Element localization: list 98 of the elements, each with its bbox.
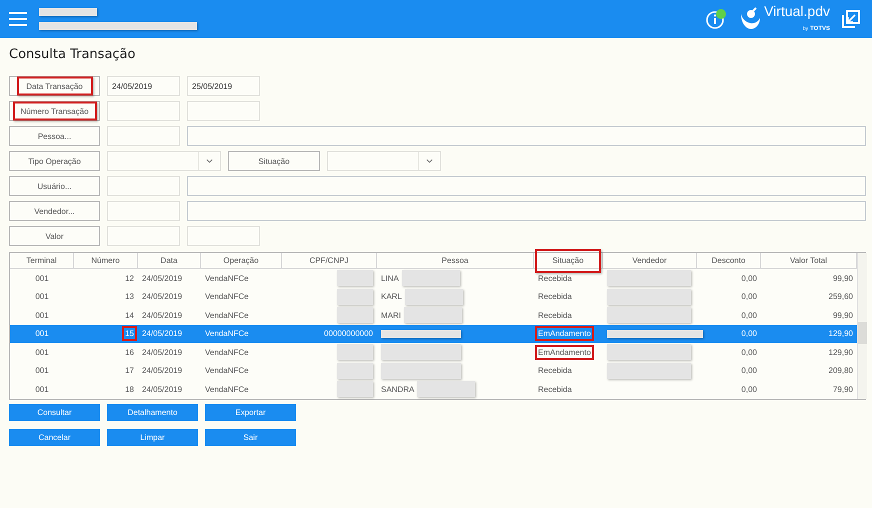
column-header[interactable]: Desconto (697, 253, 761, 269)
cell-text: 14 (125, 310, 134, 320)
cell-text: 0,00 (741, 292, 757, 302)
column-header[interactable]: Número (74, 253, 138, 269)
column-header[interactable]: Pessoa (377, 253, 534, 269)
cell-text: 13 (125, 292, 134, 302)
cell-text: VendaNFCe (205, 348, 249, 357)
cell-text: EmAndamento (538, 348, 591, 357)
table-row[interactable]: 001 14 24/05/2019 VendaNFCe MARI Recebida 0,00 99,90 (10, 306, 857, 324)
cell-text: SANDRA (381, 384, 414, 394)
cell-text: VendaNFCe (205, 310, 249, 320)
table-row[interactable]: 001 13 24/05/2019 VendaNFCe KARL Recebida 0,00 259,60 (10, 288, 857, 306)
cell-text: KARL (381, 292, 402, 302)
filter-label-button[interactable]: Vendedor... (9, 201, 100, 221)
page-title: Consulta Transação (8, 46, 136, 64)
input-field[interactable]: 25/05/2019 (187, 76, 260, 96)
input-field[interactable] (187, 176, 866, 196)
cell-text: 24/05/2019 (142, 384, 182, 394)
expand-icon[interactable] (842, 10, 860, 28)
cell-text: 18 (125, 384, 134, 394)
column-header[interactable]: Vendedor (603, 253, 697, 269)
cell-text: EmAndamento (538, 329, 591, 338)
cell-text: 0,00 (741, 310, 757, 320)
cell-text: MARI (381, 310, 401, 320)
cell-text: 001 (35, 366, 49, 376)
table-row[interactable]: 001 17 24/05/2019 VendaNFCe Recebida 0,00 209,80 (10, 362, 857, 380)
cell-text: 99,90 (832, 310, 853, 320)
cell-text: 24/05/2019 (142, 329, 182, 338)
column-header[interactable]: CPF/CNPJ (282, 253, 377, 269)
cell-text: 17 (125, 366, 134, 376)
cell-text: 0,00 (741, 366, 757, 376)
cell-text: 00000000000 (324, 329, 373, 338)
cell-text: Recebida (538, 366, 572, 376)
cell-text: VendaNFCe (205, 366, 249, 376)
cell-text: LINA (381, 274, 399, 283)
filter-label-button[interactable]: Valor (9, 226, 100, 246)
filter-label-button[interactable]: Tipo Operação (9, 151, 100, 171)
input-field[interactable] (187, 101, 260, 121)
column-header[interactable]: Operação (201, 253, 282, 269)
cell-text: 259,60 (828, 292, 853, 302)
filter-label-button[interactable]: Usuário... (9, 176, 100, 196)
dropdown-field[interactable] (107, 151, 221, 171)
cell-text: 15 (125, 329, 134, 338)
info-icon[interactable] (705, 8, 728, 30)
cell-text: VendaNFCe (205, 384, 249, 394)
cell-text: 79,90 (832, 384, 853, 394)
cell-text: 99,90 (832, 274, 853, 283)
filter-label-button[interactable]: Situação (228, 151, 320, 171)
input-field[interactable] (187, 226, 260, 246)
cell-text: Recebida (538, 384, 572, 394)
cell-text: 001 (35, 310, 49, 320)
input-field[interactable] (107, 101, 180, 121)
menu-icon[interactable] (9, 12, 27, 26)
cell-text: 24/05/2019 (142, 366, 182, 376)
logo-text: Virtual.pdv (764, 4, 830, 18)
cell-text: Recebida (538, 274, 572, 283)
cell-text: 001 (35, 292, 49, 302)
cell-text: 001 (35, 274, 49, 283)
cell-text: 16 (125, 348, 134, 357)
cell-text: 0,00 (741, 274, 757, 283)
logo-icon (739, 6, 762, 32)
filter-label-button[interactable]: Pessoa... (9, 126, 100, 146)
input-field[interactable] (107, 126, 180, 146)
cell-text: 0,00 (741, 348, 757, 357)
dropdown-field[interactable] (327, 151, 441, 171)
cell-text: 24/05/2019 (142, 348, 182, 357)
cell-text: 0,00 (741, 384, 757, 394)
input-field[interactable] (187, 126, 866, 146)
cell-text: 001 (35, 329, 49, 338)
cell-text: 001 (35, 384, 49, 394)
cell-text: 001 (35, 348, 49, 357)
cell-text: Recebida (538, 292, 572, 302)
column-header[interactable]: Data (138, 253, 201, 269)
cell-text: 12 (125, 274, 134, 283)
cell-text: 24/05/2019 (142, 310, 182, 320)
input-field[interactable] (107, 176, 180, 196)
input-field[interactable] (107, 226, 180, 246)
cell-text: VendaNFCe (205, 292, 249, 302)
table-row[interactable]: 001 16 24/05/2019 VendaNFCe EmAndamento 0,00 129,90 (10, 343, 857, 362)
input-field[interactable] (187, 201, 866, 221)
scrollbar[interactable] (857, 253, 867, 399)
table-row[interactable]: 001 12 24/05/2019 VendaNFCe LINA Recebida 0,00 99,90 (10, 269, 857, 288)
cell-text: VendaNFCe (205, 329, 249, 338)
column-header[interactable]: Terminal (10, 253, 74, 269)
filter-label-button[interactable]: Data Transação (9, 76, 100, 96)
table-row[interactable]: 001 18 24/05/2019 VendaNFCe SANDRA Recebida 0,00 79,90 (10, 380, 857, 398)
column-header[interactable]: Situação (534, 253, 603, 269)
cell-text: 0,00 (741, 329, 757, 338)
cell-text: VendaNFCe (205, 274, 249, 283)
cell-text: 129,90 (828, 329, 853, 338)
input-field[interactable]: 24/05/2019 (107, 76, 180, 96)
cell-text: 24/05/2019 (142, 292, 182, 302)
cell-text: 129,90 (828, 348, 853, 357)
input-field[interactable] (107, 201, 180, 221)
cell-text: 24/05/2019 (142, 274, 182, 283)
cell-text: 209,80 (828, 366, 853, 376)
filter-label-button[interactable]: Número Transação (9, 101, 100, 121)
cell-text: Recebida (538, 310, 572, 320)
